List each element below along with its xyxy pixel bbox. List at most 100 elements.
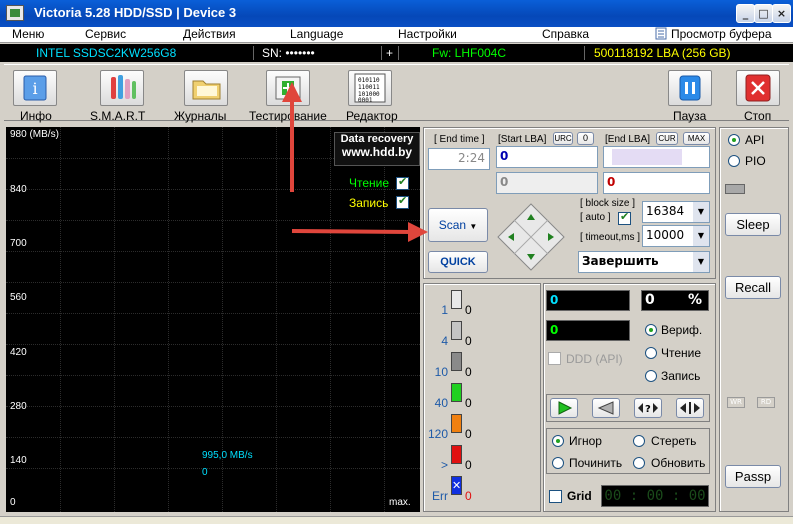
block-threshold-label: Err [432,489,448,503]
speed-graph[interactable]: 980 (MB/s) 840 700 560 420 280 140 0 Dat… [6,127,420,512]
svg-text:?: ? [645,404,651,415]
info-button[interactable]: i [13,70,57,106]
testing-label: Тестирование [249,109,327,123]
block-color-swatch[interactable] [451,290,462,309]
data-recovery-url: www.hdd.by [341,145,413,159]
block-size-select[interactable]: 16384 ▼ [642,201,710,223]
write-radio[interactable] [645,370,657,382]
counter-2: 0 [546,320,630,341]
menu-language[interactable]: Language [290,27,343,43]
current-speed: 995,0 MB/s [202,450,253,461]
device-serial: SN: ••••••• [262,46,315,60]
repair-radio[interactable] [552,457,564,469]
ignore-radio[interactable] [552,435,564,447]
data-recovery-banner[interactable]: Data recovery www.hdd.by [334,132,420,166]
editor-button[interactable]: 010110 110011 101000 0001 [348,70,392,106]
seek-unknown-button[interactable]: ? [634,398,662,418]
wr-indicator: WR [727,397,745,408]
elapsed-timer: 00 : 00 : 00 [601,485,709,507]
stop-icon [745,74,771,102]
y-label-140: 140 [10,455,27,466]
block-color-swatch[interactable]: ✕ [451,476,462,495]
block-color-swatch[interactable] [451,321,462,340]
scan-button[interactable]: Scan ▼ [428,208,488,242]
menu-main[interactable]: Меню [12,27,44,43]
rd-indicator: RD [757,397,775,408]
block-count: 0 [465,396,472,410]
block-threshold-label: > [440,458,448,472]
y-label-700: 700 [10,238,27,249]
pio-radio[interactable] [728,155,740,167]
logs-button[interactable] [184,70,228,106]
refresh-radio[interactable] [633,457,645,469]
end-lba-current-field[interactable]: 0 [603,172,710,194]
menu-help[interactable]: Справка [542,27,589,43]
y-label-560: 560 [10,292,27,303]
menu-settings[interactable]: Настройки [398,27,457,43]
quick-button[interactable]: QUICK [428,251,488,273]
testing-button[interactable] [266,70,310,106]
device-plus: + [386,46,394,60]
info-icon: i [23,75,47,101]
pause-label: Пауза [673,109,707,123]
auto-checkbox[interactable] [618,210,631,225]
stop-button[interactable] [736,70,780,106]
cur-button[interactable]: CUR [656,132,678,145]
block-color-swatch[interactable] [451,383,462,402]
y-label-840: 840 [10,184,27,195]
y-label-980: 980 (MB/s) [10,129,59,140]
start-lba-field[interactable]: 0 [496,146,598,168]
pause-button[interactable] [668,70,712,106]
play-button[interactable] [550,398,578,418]
ddd-api-checkbox[interactable] [548,352,561,365]
rewind-button[interactable] [592,398,620,418]
seek-dpad[interactable] [496,202,566,272]
device-model[interactable]: INTEL SSDSC2KW256G8 [36,44,176,62]
smart-button[interactable] [100,70,144,106]
read-radio[interactable] [645,347,657,359]
erase-radio[interactable] [633,435,645,447]
y-label-0: 0 [10,497,16,508]
menu-service[interactable]: Сервис [85,27,126,43]
api-radio[interactable] [728,134,740,146]
finish-action-select[interactable]: Завершить ▼ [578,251,710,273]
block-color-swatch[interactable] [451,352,462,371]
max-button[interactable]: MAX [683,132,710,145]
timeout-select[interactable]: 10000 ▼ [642,225,710,247]
end-lba-label: [End LBA] [605,134,651,145]
start-lba-current-field: 0 [496,172,598,194]
start-zero-button[interactable]: 0 [577,132,594,145]
stop-label: Стоп [744,109,772,123]
sleep-button[interactable]: Sleep [725,213,781,236]
read-legend-checkbox[interactable] [396,175,409,190]
block-size-value: 16384 [646,204,685,218]
urc-button[interactable]: URC [553,132,573,145]
maximize-button[interactable]: □ [754,4,773,23]
write-label: Запись [661,369,701,383]
block-count: 0 [465,365,472,379]
end-time-field[interactable]: 2:24 [428,148,490,170]
write-legend-checkbox[interactable] [396,194,409,209]
minimize-button[interactable]: _ [736,4,755,23]
timeout-chevron-icon: ▼ [693,226,709,246]
smart-label: S.M.A.R.T [90,109,146,123]
end-lba-field[interactable] [603,146,710,168]
grid-checkbox[interactable] [549,490,562,503]
block-color-swatch[interactable] [451,445,462,464]
timeout-value: 10000 [646,228,685,242]
close-window-button[interactable]: × [772,4,791,23]
block-color-swatch[interactable] [451,414,462,433]
menu-actions[interactable]: Действия [183,27,236,43]
menu-buffer-view[interactable]: Просмотр буфера [671,27,772,43]
x-max-label: max. [389,497,411,508]
play-icon [558,401,573,415]
verify-radio[interactable] [645,324,657,336]
folder-icon [192,80,221,100]
logs-label: Журналы [174,109,227,123]
seek-end-button[interactable] [676,398,704,418]
passp-button[interactable]: Passp [725,465,781,488]
finish-action-value: Завершить [582,254,659,268]
recall-button[interactable]: Recall [725,276,781,299]
block-count: 0 [465,427,472,441]
read-legend-label: Чтение [349,176,390,190]
